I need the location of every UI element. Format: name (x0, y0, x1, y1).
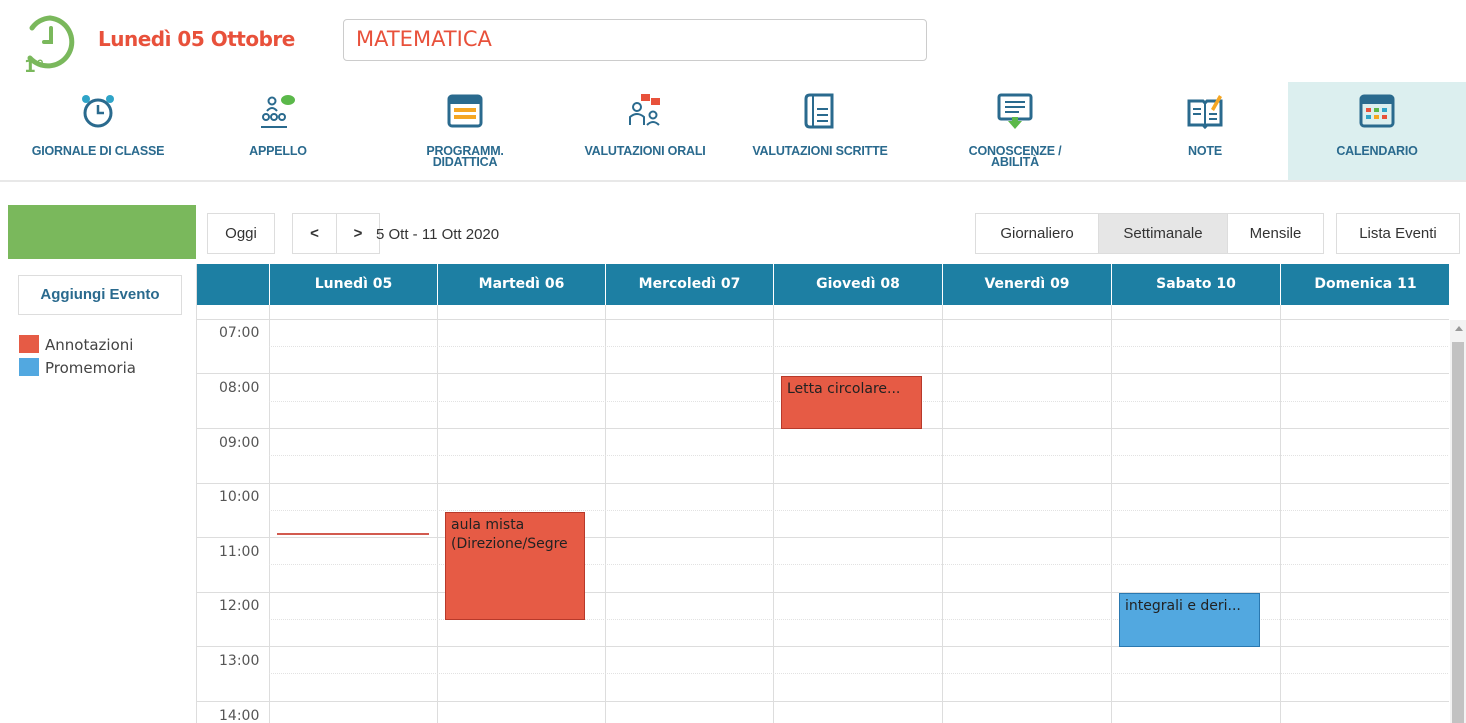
time-label: 07:00 (219, 325, 260, 341)
nav-calendario[interactable]: CALENDARIO (1288, 82, 1466, 180)
day-header[interactable]: Sabato 10 (1111, 264, 1280, 305)
half-hour-line (269, 510, 1449, 511)
nav-label: VALUTAZIONI SCRITTE (752, 144, 888, 158)
add-event-button[interactable]: Aggiungi Evento (18, 275, 182, 315)
nav-label: CONOSCENZE / ABILITÀ (935, 145, 1095, 169)
event-title: aula mista (451, 517, 525, 533)
column-divider (1280, 305, 1281, 723)
nav-note[interactable]: NOTE (1125, 82, 1285, 180)
next-week-button[interactable]: > (336, 213, 380, 254)
today-button[interactable]: Oggi (207, 213, 275, 254)
clock-logo-icon: 1° (22, 12, 78, 77)
page-title: Lunedì 05 Ottobre (98, 27, 295, 51)
column-divider (773, 305, 774, 723)
sidebar-green-header (8, 205, 196, 259)
planner-icon (445, 91, 485, 131)
hour-line (197, 701, 1449, 702)
event-title-cont: (Direzione/Segre (451, 536, 568, 552)
day-header[interactable]: Venerdì 09 (942, 264, 1111, 305)
legend-label: Promemoria (45, 359, 136, 377)
view-month-button[interactable]: Mensile (1227, 213, 1324, 254)
calendar-event[interactable]: integrali e deri... (1119, 593, 1260, 647)
time-label: 13:00 (219, 653, 260, 669)
column-divider (269, 305, 270, 723)
skills-board-icon (995, 91, 1035, 131)
calendar-header: Lunedì 05 Martedì 06 Mercoledì 07 Gioved… (197, 264, 1449, 305)
hour-line (197, 373, 1449, 374)
half-hour-line (269, 346, 1449, 347)
nav-label-line2: DIDATTICA (432, 155, 498, 169)
view-week-button[interactable]: Settimanale (1098, 213, 1228, 254)
calendar-icon (1357, 91, 1397, 131)
column-divider (437, 305, 438, 723)
hour-line (197, 319, 1449, 320)
nav-appello[interactable]: APPELLO (208, 82, 348, 180)
hour-line (197, 592, 1449, 593)
nav-valutazioni-scritte[interactable]: VALUTAZIONI SCRITTE (735, 82, 905, 180)
time-grid[interactable]: 07:00 08:00 09:00 10:00 11:00 12:00 13:0… (197, 305, 1449, 723)
nav-label: PROGRAMM. DIDATTICA (395, 145, 535, 169)
scrollbar-thumb[interactable] (1452, 342, 1464, 723)
time-label: 09:00 (219, 435, 260, 451)
prev-week-button[interactable]: < (292, 213, 337, 254)
day-header[interactable]: Martedì 06 (437, 264, 605, 305)
column-divider (605, 305, 606, 723)
nav-valutazioni-orali[interactable]: VALUTAZIONI ORALI (565, 82, 725, 180)
time-label: 11:00 (219, 544, 260, 560)
hour-line (197, 483, 1449, 484)
attendance-icon (258, 91, 298, 131)
hour-line (197, 537, 1449, 538)
main-nav: GIORNALE DI CLASSE APPELLO PROGRAMM. DIDA… (0, 82, 1466, 182)
half-hour-line (269, 673, 1449, 674)
week-calendar: Lunedì 05 Martedì 06 Mercoledì 07 Gioved… (196, 264, 1449, 723)
oral-grades-icon (625, 91, 665, 131)
scroll-up-icon[interactable] (1455, 326, 1463, 331)
week-range-label: 5 Ott - 11 Ott 2020 (376, 226, 500, 243)
nav-programm-didattica[interactable]: PROGRAMM. DIDATTICA (395, 82, 535, 180)
app-header: 1° Lunedì 05 Ottobre MATEMATICA (0, 0, 1466, 82)
nav-conoscenze-abilita[interactable]: CONOSCENZE / ABILITÀ (935, 82, 1095, 180)
svg-text:1°: 1° (24, 57, 44, 74)
legend-annotazioni: Annotazioni (19, 335, 133, 354)
nav-label: CALENDARIO (1336, 144, 1418, 158)
column-divider (1111, 305, 1112, 723)
column-divider (942, 305, 943, 723)
day-header[interactable]: Giovedì 08 (773, 264, 942, 305)
day-header[interactable]: Domenica 11 (1280, 264, 1449, 305)
nav-label: VALUTAZIONI ORALI (584, 144, 706, 158)
current-time-indicator (277, 533, 429, 535)
time-label: 10:00 (219, 489, 260, 505)
legend-promemoria: Promemoria (19, 358, 136, 377)
time-label: 14:00 (219, 708, 260, 723)
legend-label: Annotazioni (45, 336, 134, 354)
legend-swatch-blue (19, 358, 39, 376)
nav-giornale-di-classe[interactable]: GIORNALE DI CLASSE (8, 82, 188, 180)
time-label: 12:00 (219, 598, 260, 614)
event-list-button[interactable]: Lista Eventi (1336, 213, 1460, 254)
calendar-event[interactable]: Letta circolare... (781, 376, 922, 429)
nav-label: NOTE (1188, 144, 1222, 158)
alarm-clock-icon (78, 91, 118, 131)
nav-label: APPELLO (249, 144, 307, 158)
hour-line (197, 646, 1449, 647)
nav-label: GIORNALE DI CLASSE (31, 144, 165, 158)
subject-field[interactable]: MATEMATICA (343, 19, 927, 61)
nav-label-line2: ABILITÀ (991, 155, 1039, 169)
view-day-button[interactable]: Giornaliero (975, 213, 1099, 254)
legend-swatch-red (19, 335, 39, 353)
day-header[interactable]: Mercoledì 07 (605, 264, 773, 305)
day-header[interactable]: Lunedì 05 (269, 264, 437, 305)
written-grades-icon (800, 91, 840, 131)
calendar-event[interactable]: aula mista (Direzione/Segre (445, 512, 585, 620)
time-label: 08:00 (219, 380, 260, 396)
half-hour-line (269, 455, 1449, 456)
notes-book-icon (1185, 91, 1225, 131)
